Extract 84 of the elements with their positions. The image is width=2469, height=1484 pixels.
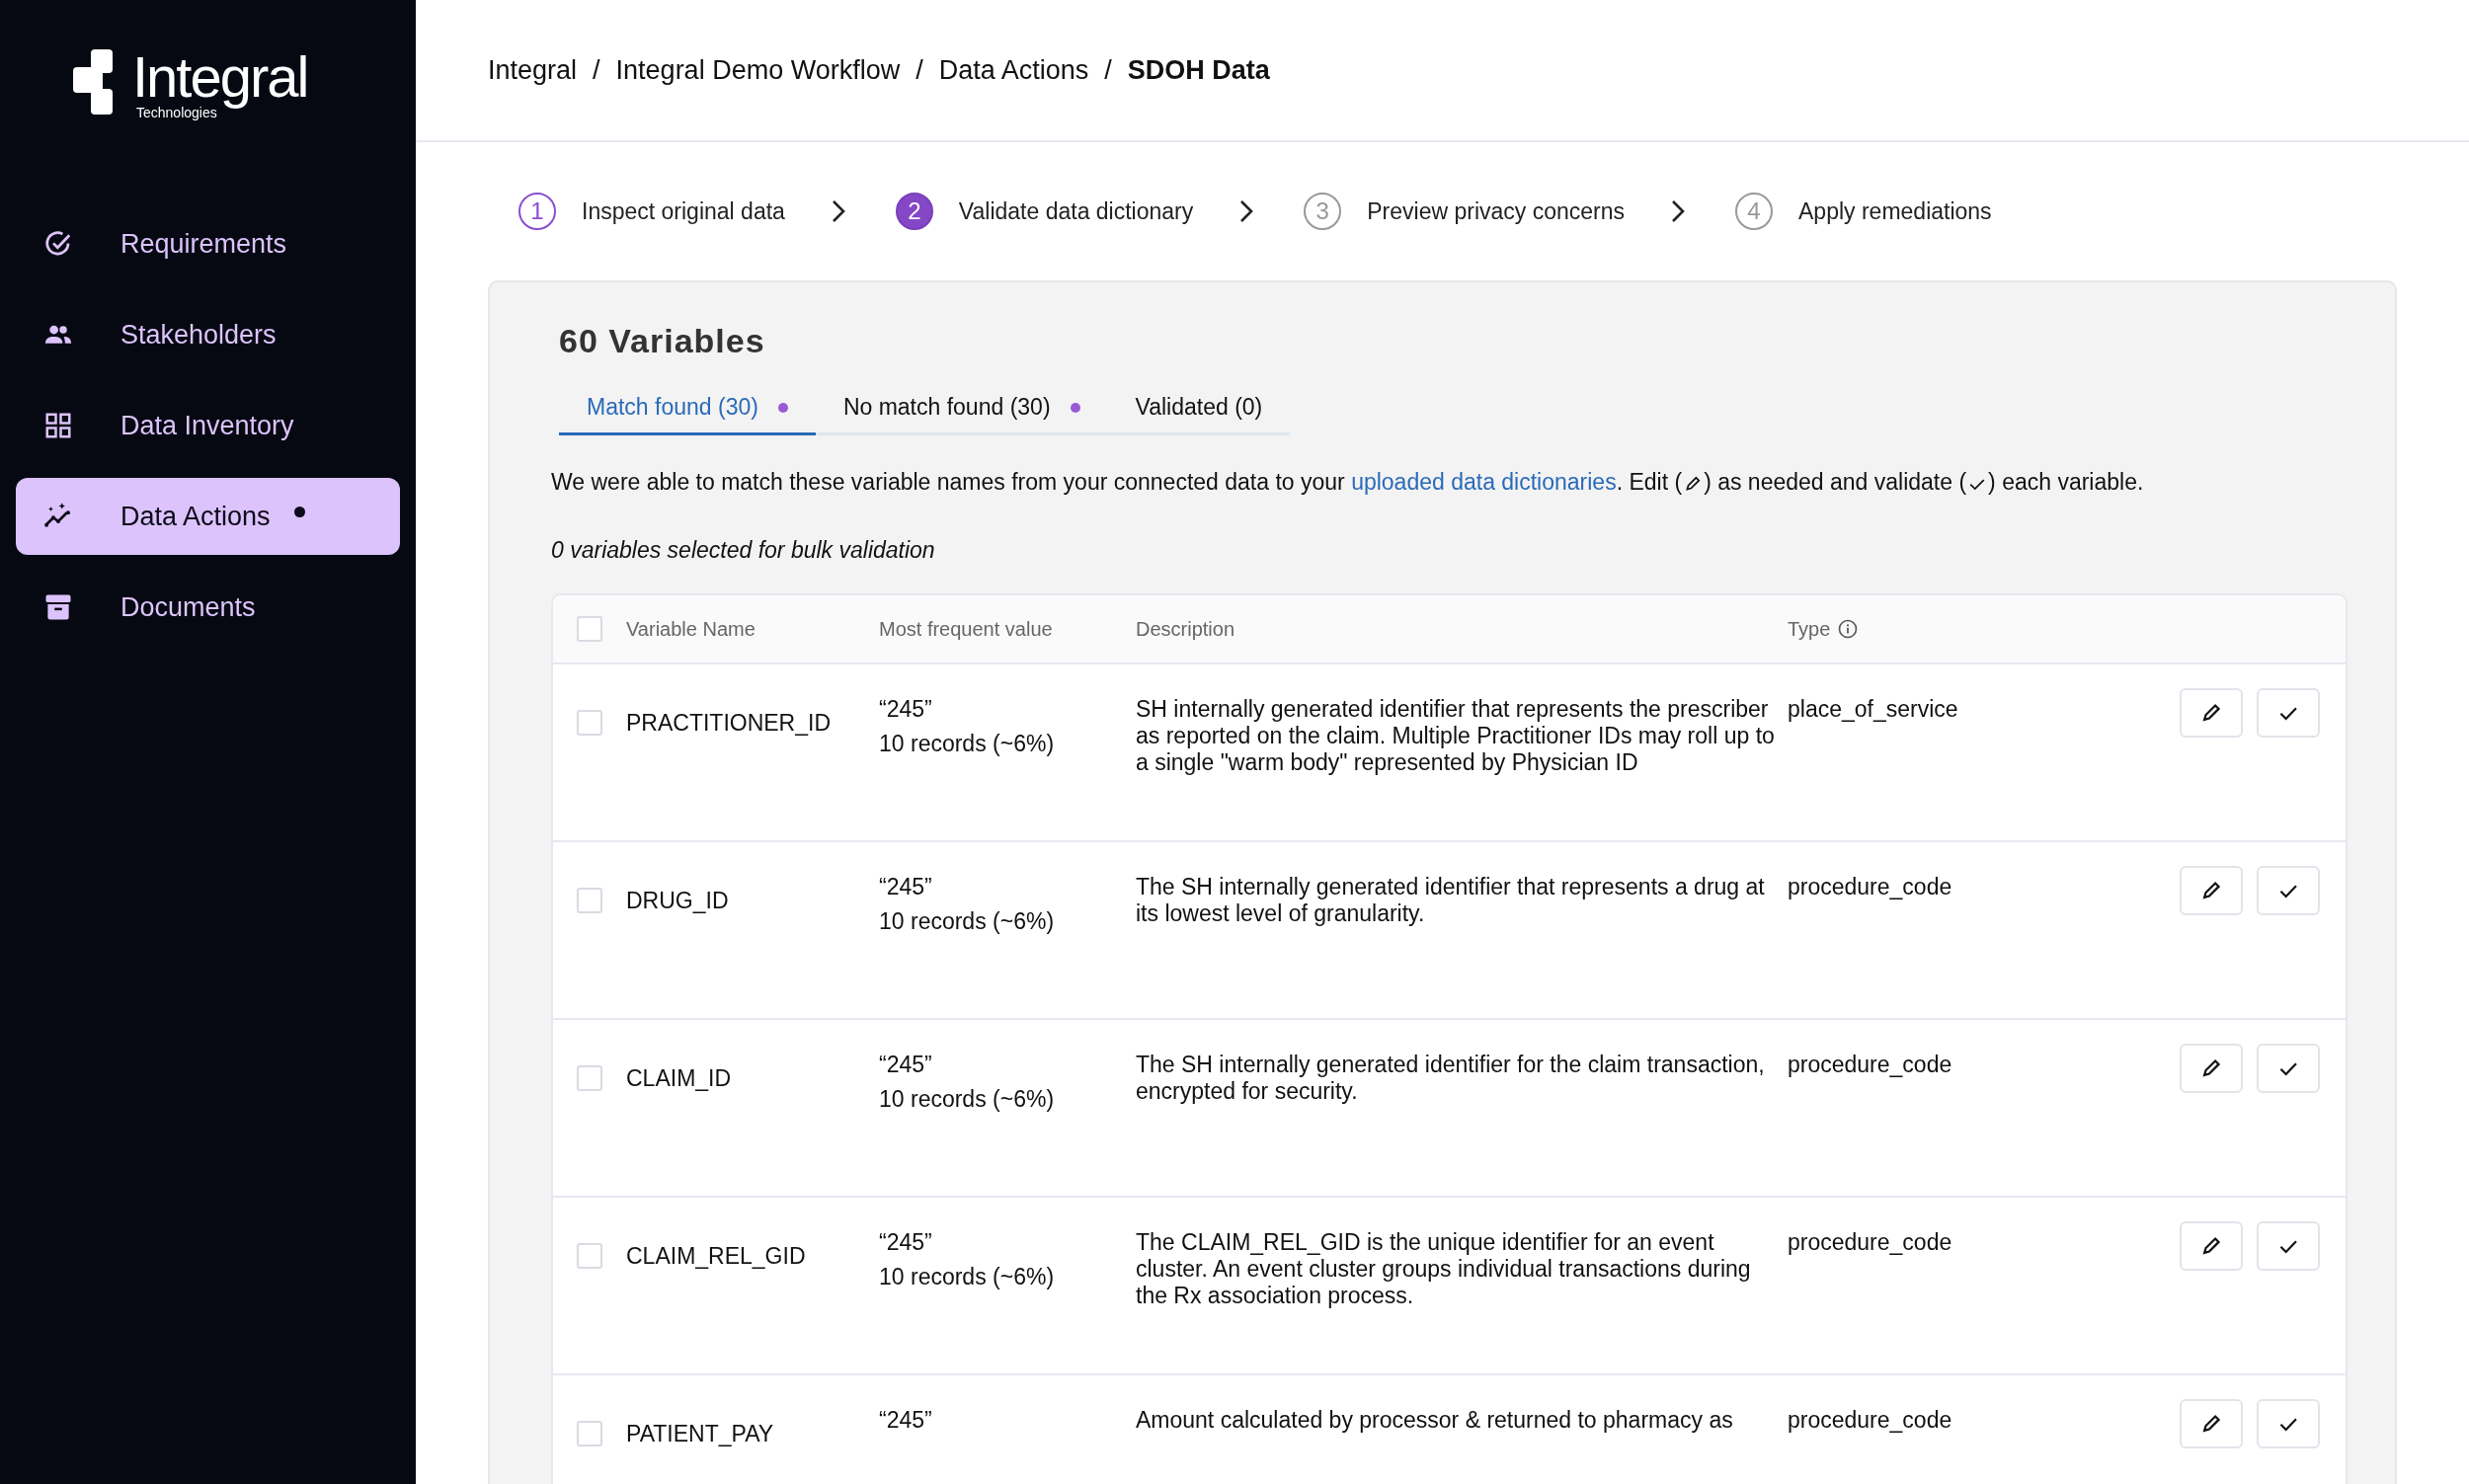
edit-button[interactable]: [2180, 866, 2243, 915]
step-number: 1: [518, 193, 556, 230]
breadcrumb-link[interactable]: Integral Demo Workflow: [615, 54, 901, 86]
chevron-right-icon: [830, 199, 846, 223]
variable-name: PATIENT_PAY: [626, 1421, 774, 1446]
tab[interactable]: No match found (30): [815, 394, 1108, 435]
tab[interactable]: Match found (30): [559, 394, 816, 435]
pencil-icon: [2200, 702, 2222, 724]
step-number: 2: [895, 193, 933, 230]
variable-name: PRACTITIONER_ID: [626, 710, 832, 736]
edit-button[interactable]: [2180, 688, 2243, 738]
sidebar-item[interactable]: Stakeholders: [16, 296, 400, 373]
step-label[interactable]: Inspect original data: [582, 197, 785, 225]
column-header: Variable Name: [626, 617, 756, 640]
breadcrumb-separator: /: [916, 54, 923, 86]
instructions-text: We were able to match these variable names from your connected data to your uploaded data dictionaries. Edit ( ) as needed and validate ( ) each variable.: [551, 469, 2145, 496]
dictionaries-link[interactable]: uploaded data dictionaries: [1351, 469, 1617, 495]
description-text: SH internally generated identifier that represents the prescriber as reported on the claim. Multiple Practitioner IDs may roll up to a single "warm body" represented by Physician ID: [1136, 696, 1775, 775]
step-label[interactable]: Preview privacy concerns: [1367, 197, 1625, 225]
card-title: 60 Variables: [559, 322, 766, 360]
validate-button[interactable]: [2257, 1399, 2320, 1448]
validate-button[interactable]: [2257, 866, 2320, 915]
frequent-value: “245”: [879, 874, 933, 900]
pencil-icon: [2200, 1235, 2222, 1257]
type-text: procedure_code: [1788, 1229, 1952, 1256]
info-icon[interactable]: [1838, 619, 1859, 639]
sidebar-item[interactable]: Documents: [16, 569, 400, 646]
pencil-icon: [2200, 880, 2222, 901]
pencil-icon: [2200, 1413, 2222, 1435]
edit-button[interactable]: [2180, 1221, 2243, 1271]
variable-name: CLAIM_ID: [626, 1065, 732, 1091]
sidebar-item[interactable]: Requirements: [16, 205, 400, 282]
step-label[interactable]: Validate data dictionary: [958, 197, 1194, 225]
row-checkbox[interactable]: [577, 1065, 602, 1091]
selection-note: 0 variables selected for bulk validation: [551, 537, 936, 564]
description-text: The CLAIM_REL_GID is the unique identifier for an event cluster. An event cluster groups individual transactions during the Rx association process.: [1136, 1229, 1751, 1308]
row-checkbox[interactable]: [577, 710, 602, 736]
variable-name: DRUG_ID: [626, 888, 729, 913]
validate-button[interactable]: [2257, 1044, 2320, 1093]
record-count: 10 records (~6%): [879, 1264, 1056, 1290]
record-count: 10 records (~6%): [879, 1086, 1056, 1113]
type-text: procedure_code: [1788, 874, 1952, 900]
validate-button[interactable]: [2257, 1221, 2320, 1271]
pencil-icon: [1684, 475, 1703, 493]
step-label[interactable]: Apply remediations: [1798, 197, 1992, 225]
logo-name: Integral: [132, 47, 308, 107]
grid-icon: [43, 411, 73, 440]
chevron-right-icon: [1670, 199, 1686, 223]
type-text: procedure_code: [1788, 1052, 1952, 1078]
description-text: The SH internally generated identifier that represents a drug at its lowest level of granularity.: [1136, 874, 1765, 926]
step-number: 4: [1735, 193, 1773, 230]
column-header: Most frequent value: [879, 617, 1054, 641]
row-checkbox[interactable]: [577, 1421, 602, 1446]
column-header: Type: [1788, 617, 1831, 641]
edit-button[interactable]: [2180, 1044, 2243, 1093]
breadcrumb-link[interactable]: Integral: [488, 54, 578, 86]
variable-name: CLAIM_REL_GID: [626, 1243, 806, 1269]
description-text: Amount calculated by processor & returned to pharmacy as: [1136, 1407, 1733, 1433]
frequent-value: “245”: [879, 1052, 933, 1078]
type-text: procedure_code: [1788, 1407, 1952, 1434]
record-count: 10 records (~6%): [879, 731, 1056, 757]
validate-button[interactable]: [2257, 688, 2320, 738]
archive-icon: [43, 592, 73, 622]
description-text: The SH internally generated identifier for the claim transaction, encrypted for security.: [1136, 1052, 1765, 1104]
record-count: 10 records (~6%): [879, 908, 1056, 935]
row-checkbox[interactable]: [577, 1243, 602, 1269]
sidebar-item[interactable]: Data Actions: [16, 478, 400, 555]
tab[interactable]: Validated (0): [1107, 394, 1291, 435]
chevron-right-icon: [1238, 199, 1255, 223]
breadcrumb-separator: /: [1104, 54, 1112, 86]
frequent-value: “245”: [879, 1407, 933, 1434]
breadcrumb-separator: /: [593, 54, 600, 86]
frequent-value: “245”: [879, 696, 933, 723]
breadcrumb-link[interactable]: Data Actions: [938, 54, 1089, 86]
column-header: Description: [1136, 617, 1235, 640]
logo-subtitle: Technologies: [136, 105, 217, 120]
select-all-checkbox[interactable]: [577, 616, 602, 642]
edit-button[interactable]: [2180, 1399, 2243, 1448]
step-number: 3: [1304, 193, 1342, 230]
type-text: place_of_service: [1788, 696, 1958, 723]
row-checkbox[interactable]: [577, 888, 602, 913]
frequent-value: “245”: [879, 1229, 933, 1256]
sidebar-item[interactable]: Data Inventory: [16, 387, 400, 464]
pencil-icon: [2200, 1057, 2222, 1079]
